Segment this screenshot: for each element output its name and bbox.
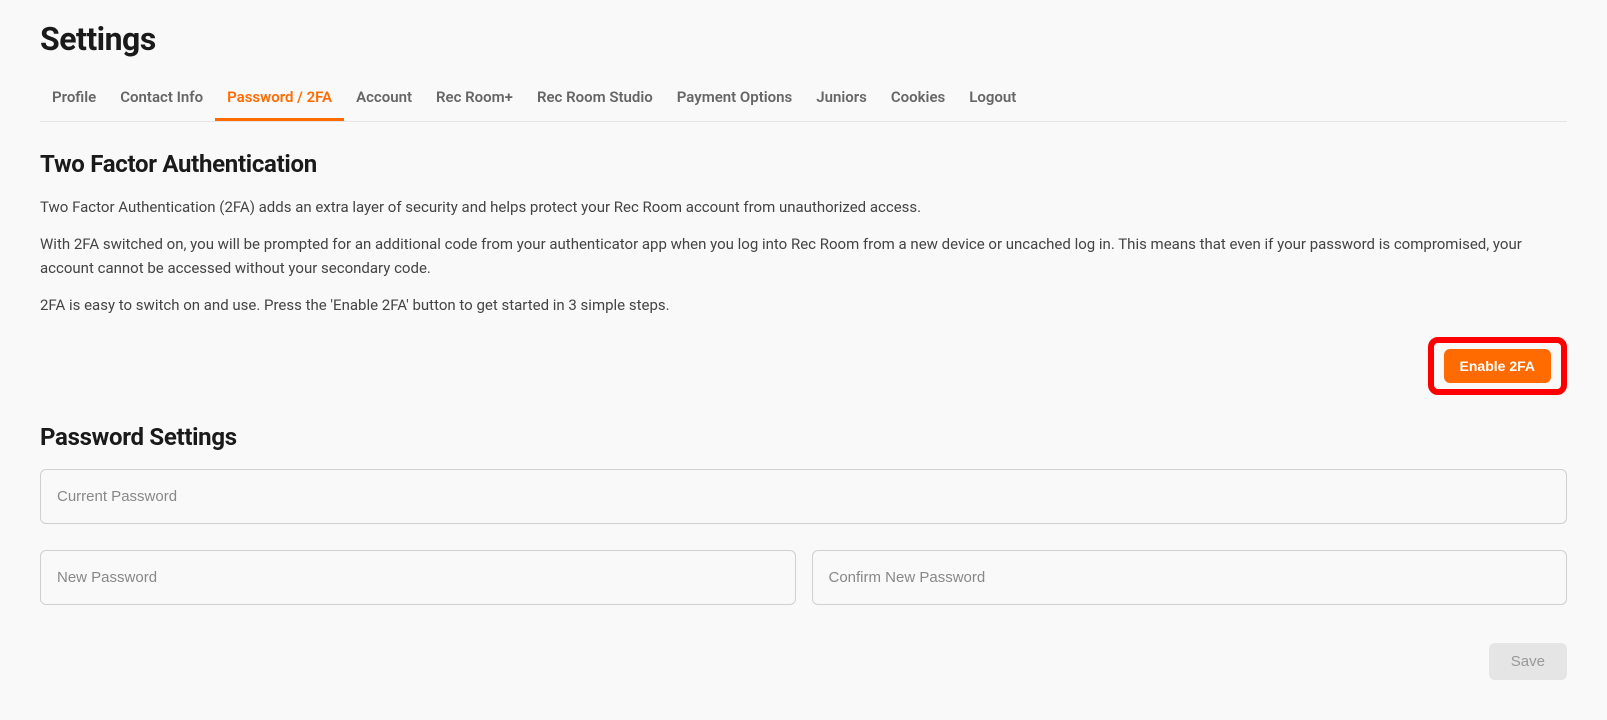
tab-juniors[interactable]: Juniors [804, 78, 879, 121]
two-fa-description-2: With 2FA switched on, you will be prompt… [40, 233, 1567, 280]
two-fa-description-1: Two Factor Authentication (2FA) adds an … [40, 196, 1567, 219]
tab-profile[interactable]: Profile [40, 78, 108, 121]
password-settings-heading: Password Settings [40, 423, 1567, 451]
page-title: Settings [40, 20, 1567, 58]
save-button[interactable]: Save [1489, 643, 1567, 680]
new-password-input[interactable] [40, 550, 796, 605]
enable-2fa-wrapper: Enable 2FA [40, 337, 1567, 395]
settings-tabs: Profile Contact Info Password / 2FA Acco… [40, 78, 1567, 122]
tab-cookies[interactable]: Cookies [879, 78, 957, 121]
two-fa-heading: Two Factor Authentication [40, 150, 1567, 178]
tab-contact-info[interactable]: Contact Info [108, 78, 215, 121]
enable-2fa-highlight: Enable 2FA [1428, 337, 1567, 395]
current-password-input[interactable] [40, 469, 1567, 524]
tab-rec-room-studio[interactable]: Rec Room Studio [525, 78, 665, 121]
tab-account[interactable]: Account [344, 78, 424, 121]
tab-logout[interactable]: Logout [957, 78, 1028, 121]
tab-password-2fa[interactable]: Password / 2FA [215, 78, 344, 121]
two-fa-description-3: 2FA is easy to switch on and use. Press … [40, 294, 1567, 317]
confirm-new-password-input[interactable] [812, 550, 1568, 605]
tab-payment-options[interactable]: Payment Options [665, 78, 804, 121]
enable-2fa-button[interactable]: Enable 2FA [1444, 349, 1551, 383]
tab-rec-room-plus[interactable]: Rec Room+ [424, 78, 525, 121]
